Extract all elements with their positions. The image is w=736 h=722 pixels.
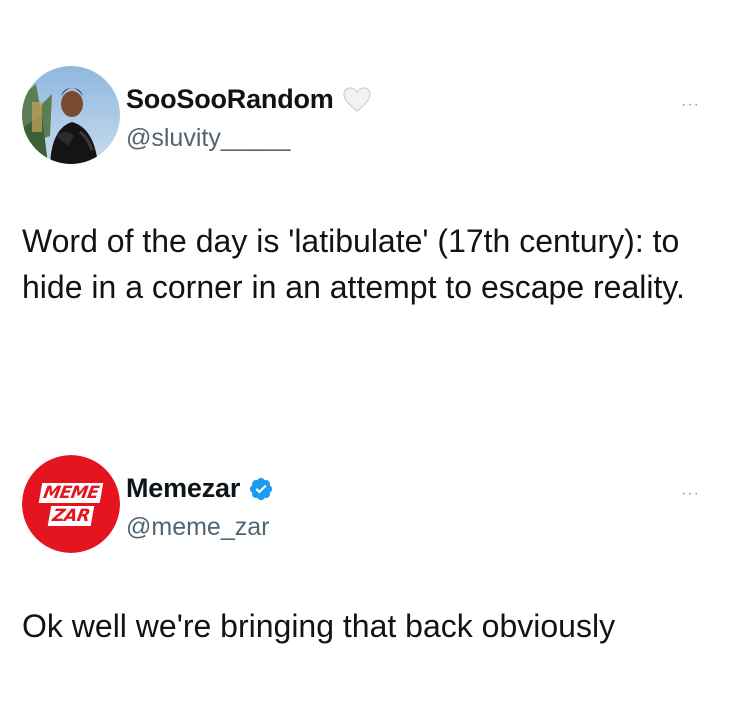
more-options-icon[interactable]: ··· [681, 96, 700, 114]
display-name[interactable]: Memezar [126, 473, 274, 504]
tweet-text: Word of the day is 'latibulate' (17th ce… [22, 223, 685, 305]
display-name-text: SooSooRandom [126, 84, 334, 114]
logo-text-meme: MEME [38, 483, 104, 503]
handle[interactable]: @meme_zar [126, 513, 269, 542]
avatar[interactable] [22, 66, 120, 164]
more-options-icon[interactable]: ··· [681, 485, 700, 503]
memezar-logo: MEME ZAR [22, 455, 120, 553]
logo-text-zar: ZAR [47, 506, 95, 526]
display-name-text: Memezar [126, 473, 241, 503]
white-heart-icon [342, 85, 372, 115]
profile-photo [22, 66, 120, 164]
display-name[interactable]: SooSooRandom [126, 84, 372, 115]
tweet-text: Ok well we're bringing that back obvious… [22, 608, 616, 644]
handle[interactable]: @sluvity_____ [126, 124, 290, 153]
avatar[interactable]: MEME ZAR [22, 455, 120, 553]
verified-badge-icon [248, 476, 274, 502]
